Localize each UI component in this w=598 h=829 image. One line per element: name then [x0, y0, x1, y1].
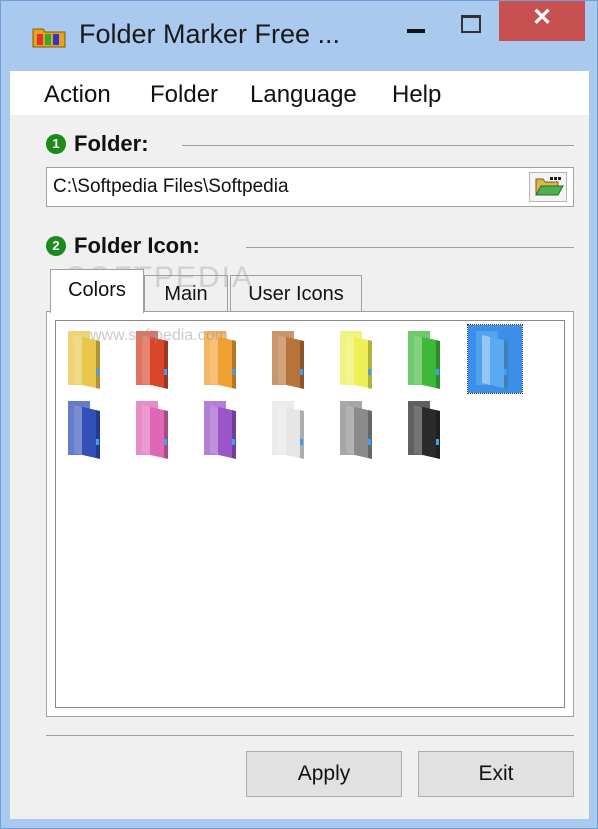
maximize-button[interactable] [447, 1, 493, 41]
bottom-divider [46, 735, 574, 736]
exit-button[interactable]: Exit [418, 751, 574, 797]
title-bar[interactable]: Folder Marker Free ... ✕ [1, 1, 597, 71]
folder-icon-grid[interactable]: www.softpedia.com [55, 320, 565, 708]
folder-black-icon [408, 401, 440, 459]
folder-blue-icon [476, 331, 508, 389]
folder-icon-light-yellow[interactable] [332, 325, 386, 393]
client-area: Action Folder Language Help 1 Folder: C:… [10, 71, 589, 819]
folder-icon-pink[interactable] [128, 395, 182, 463]
folder-icon-brown[interactable] [264, 325, 318, 393]
browse-folder-button[interactable] [529, 172, 567, 202]
menu-language[interactable]: Language [250, 81, 357, 109]
colors-tab-panel: www.softpedia.com [46, 311, 574, 717]
menu-bar: Action Folder Language Help [10, 71, 589, 115]
folder-icon-gray[interactable] [332, 395, 386, 463]
folder-gray-icon [340, 401, 372, 459]
folder-white-icon [272, 401, 304, 459]
folder-brown-icon [272, 331, 304, 389]
folder-icon-blue[interactable] [467, 324, 523, 394]
folder-icon-white[interactable] [264, 395, 318, 463]
folder-icon-purple[interactable] [196, 395, 250, 463]
folder-icon-dark-blue[interactable] [60, 395, 114, 463]
menu-action[interactable]: Action [44, 81, 111, 109]
apply-button[interactable]: Apply [246, 751, 402, 797]
folder-icon-section-label: Folder Icon: [74, 233, 200, 258]
app-logo-icon [32, 28, 66, 48]
minimize-icon [407, 29, 425, 33]
window-title: Folder Marker Free ... [79, 19, 341, 49]
folder-section-label: Folder: [74, 131, 149, 156]
folder-pink-icon [136, 401, 168, 459]
menu-folder[interactable]: Folder [150, 81, 218, 109]
folder-path-text: C:\Softpedia Files\Softpedia [53, 176, 289, 197]
folder-icon-section-divider [246, 247, 574, 248]
step-one-badge: 1 [46, 134, 66, 154]
folder-purple-icon [204, 401, 236, 459]
step-two-badge: 2 [46, 236, 66, 256]
folder-light-yellow-icon [340, 331, 372, 389]
maximize-icon [461, 15, 481, 33]
menu-help[interactable]: Help [392, 81, 441, 109]
close-button[interactable]: ✕ [499, 1, 585, 41]
folder-dark-blue-icon [68, 401, 100, 459]
folder-green-icon [408, 331, 440, 389]
folder-path-field[interactable]: C:\Softpedia Files\Softpedia [46, 167, 574, 207]
open-folder-icon [535, 177, 564, 196]
folder-icon-black[interactable] [400, 395, 454, 463]
minimize-button[interactable] [393, 1, 439, 41]
softpedia-url-watermark: www.softpedia.com [90, 327, 228, 344]
folder-section-divider [182, 145, 574, 146]
folder-icon-green[interactable] [400, 325, 454, 393]
close-icon: ✕ [531, 4, 553, 31]
tab-colors[interactable]: Colors [50, 269, 144, 313]
app-window: Folder Marker Free ... ✕ Action Folder L… [0, 0, 598, 829]
